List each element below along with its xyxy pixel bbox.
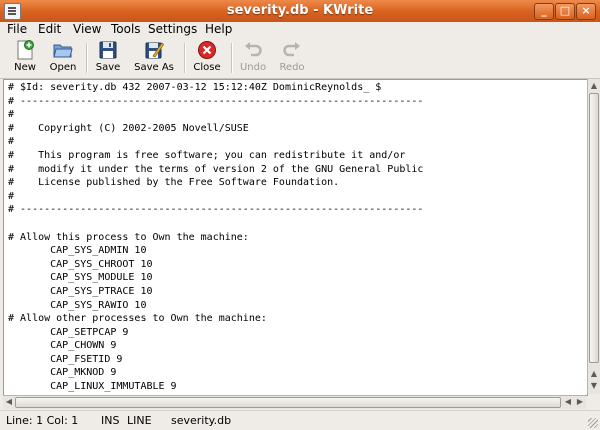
editor-line: # xyxy=(8,190,15,202)
scroll-up-arrow-icon[interactable]: ▲ xyxy=(588,81,600,91)
open-label: Open xyxy=(49,62,77,73)
editor-line: CAP_SETPCAP 9 xyxy=(8,326,129,338)
editor-line: # Copyright (C) 2002-2005 Novell/SUSE xyxy=(8,122,249,134)
save-label: Save xyxy=(95,62,121,73)
menu-view[interactable]: View xyxy=(73,22,101,37)
redo-label: Redo xyxy=(279,62,305,73)
editor-line: # --------------------------------------… xyxy=(8,95,424,107)
menu-help[interactable]: Help xyxy=(205,22,232,37)
vertical-scrollbar[interactable]: ▲ ▲ ▼ xyxy=(587,79,600,394)
open-button[interactable]: Open xyxy=(45,40,81,76)
menu-bar: File Edit View Tools Settings Help xyxy=(0,22,600,37)
horizontal-scrollbar[interactable]: ◀ ◀ ▶ xyxy=(3,395,586,409)
editor-line: CAP_SYS_MODULE 10 xyxy=(8,272,153,284)
maximize-button[interactable]: □ xyxy=(555,3,575,20)
open-folder-icon xyxy=(53,40,73,60)
status-bar: Line: 1 Col: 1 INS LINE severity.db xyxy=(0,410,600,430)
editor-line: # xyxy=(8,109,15,121)
floppy-disk-icon xyxy=(98,40,118,60)
undo-icon xyxy=(243,40,263,60)
editor-line: CAP_SYS_CHROOT 10 xyxy=(8,258,153,270)
editor-line: CAP_SYS_RAWIO 10 xyxy=(8,299,147,311)
menu-file[interactable]: File xyxy=(7,22,27,37)
text-editor-area[interactable]: # $Id: severity.db 432 2007-03-12 15:12:… xyxy=(3,79,588,396)
scroll-up-arrow-icon[interactable]: ▲ xyxy=(588,369,600,379)
selection-mode-indicator[interactable]: LINE xyxy=(127,414,152,427)
close-label: Close xyxy=(193,62,221,73)
editor-line: # --------------------------------------… xyxy=(8,204,424,216)
editor-text[interactable]: # $Id: severity.db 432 2007-03-12 15:12:… xyxy=(8,81,423,394)
editor-line: # xyxy=(8,136,15,148)
redo-button[interactable]: Redo xyxy=(276,40,308,76)
toolbar: New Open Save Save As Close Undo Redo xyxy=(0,37,600,79)
scroll-left-arrow-icon[interactable]: ◀ xyxy=(562,397,574,407)
editor-line: # modify it under the terms of version 2… xyxy=(8,163,424,175)
menu-settings[interactable]: Settings xyxy=(148,22,197,37)
vertical-scrollbar-thumb[interactable] xyxy=(589,93,599,363)
editor-line: # This program is free software; you can… xyxy=(8,149,406,161)
editor-line: CAP_SYS_PTRACE 10 xyxy=(8,285,153,297)
title-bar[interactable]: severity.db - KWrite _ □ × xyxy=(0,0,600,23)
menu-edit[interactable]: Edit xyxy=(38,22,61,37)
close-circle-icon xyxy=(197,40,217,60)
status-filename: severity.db xyxy=(171,414,232,427)
new-document-icon xyxy=(15,40,35,60)
editor-line: # Allow this process to Own the machine: xyxy=(8,231,249,243)
save-as-label: Save As xyxy=(134,62,174,73)
menu-tools[interactable]: Tools xyxy=(111,22,141,37)
new-button[interactable]: New xyxy=(8,40,42,76)
editor-line: CAP_LINUX_IMMUTABLE 9 xyxy=(8,381,177,393)
undo-label: Undo xyxy=(239,62,267,73)
cursor-position: Line: 1 Col: 1 xyxy=(6,414,79,427)
horizontal-scrollbar-thumb[interactable] xyxy=(15,397,561,408)
scroll-down-arrow-icon[interactable]: ▼ xyxy=(588,381,600,391)
close-button[interactable]: Close xyxy=(190,40,224,76)
undo-button[interactable]: Undo xyxy=(237,40,269,76)
scroll-left-arrow-icon[interactable]: ◀ xyxy=(3,397,15,407)
scroll-right-arrow-icon[interactable]: ▶ xyxy=(574,397,586,407)
toolbar-separator xyxy=(231,43,233,73)
new-label: New xyxy=(14,62,36,73)
save-button[interactable]: Save xyxy=(92,40,124,76)
insert-mode-indicator[interactable]: INS xyxy=(101,414,119,427)
minimize-button[interactable]: _ xyxy=(534,3,554,20)
toolbar-separator xyxy=(184,43,186,73)
redo-icon xyxy=(282,40,302,60)
resize-grip-icon[interactable] xyxy=(588,418,598,428)
editor-line: CAP_SYS_ADMIN 10 xyxy=(8,245,147,257)
save-as-icon xyxy=(144,40,165,60)
editor-line: # Allow other processes to Own the machi… xyxy=(8,313,267,325)
toolbar-separator xyxy=(86,43,88,73)
editor-line: # $Id: severity.db 432 2007-03-12 15:12:… xyxy=(8,82,382,93)
save-as-button[interactable]: Save As xyxy=(131,40,177,76)
editor-line: CAP_MKNOD 9 xyxy=(8,367,117,379)
editor-line: CAP_CHOWN 9 xyxy=(8,340,117,352)
window-title: severity.db - KWrite xyxy=(226,3,374,18)
close-window-button[interactable]: × xyxy=(576,3,596,20)
editor-line: # License published by the Free Software… xyxy=(8,177,340,189)
editor-line: CAP_FSETID 9 xyxy=(8,353,123,365)
